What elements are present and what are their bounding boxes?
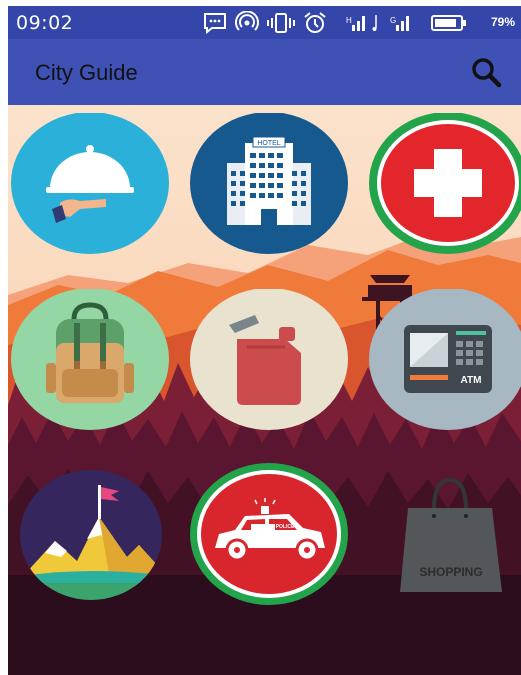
- atm-label: ATM: [461, 375, 482, 386]
- police-tile[interactable]: POLICE: [189, 462, 353, 612]
- fuel-can-icon: [190, 289, 348, 430]
- cloche-icon: [11, 113, 169, 254]
- signal-icon: H: [346, 16, 365, 31]
- tourism-tile[interactable]: [15, 465, 179, 615]
- svg-text:H: H: [346, 16, 352, 25]
- message-icon: [204, 13, 226, 35]
- hotel-icon: HOTEL: [190, 113, 348, 254]
- svg-text:G: G: [390, 16, 396, 25]
- shopping-tile[interactable]: SHOPPING: [370, 470, 521, 620]
- phone-screen: 09:02 H G 79% City Guide HOTEL ATM POLIC…: [8, 6, 521, 675]
- hotspot-icon: [235, 11, 259, 31]
- atm-tile[interactable]: ATM: [368, 289, 521, 439]
- app-title: City Guide: [35, 60, 138, 85]
- backpack-icon: [11, 289, 169, 430]
- signal-icon: G: [390, 16, 409, 31]
- battery-icon: [431, 15, 466, 31]
- content-area: HOTEL ATM POLICE SHOPPING: [8, 105, 521, 675]
- hotel-tile[interactable]: HOTEL: [189, 113, 353, 263]
- police-car-icon: POLICE: [190, 463, 348, 605]
- vibrate-icon: [267, 13, 295, 33]
- hotel-sign: HOTEL: [257, 140, 280, 147]
- battery-percent: 79%: [490, 15, 515, 29]
- shopping-bag-icon: SHOPPING: [400, 477, 502, 592]
- travel-tile[interactable]: [10, 289, 174, 439]
- status-time: 09:02: [16, 12, 74, 34]
- search-icon: [472, 58, 502, 88]
- restaurant-tile[interactable]: [10, 113, 174, 263]
- shopping-label: SHOPPING: [419, 565, 482, 579]
- hospital-tile[interactable]: [368, 113, 521, 263]
- atm-icon: ATM: [369, 289, 521, 430]
- status-bar: 09:02 H G 79%: [8, 6, 521, 39]
- search-button[interactable]: [469, 55, 503, 89]
- mountain-flag-icon: [20, 470, 162, 600]
- music-note-icon: [372, 15, 377, 31]
- app-bar: City Guide: [8, 39, 521, 105]
- fuel-tile[interactable]: [189, 289, 353, 439]
- alarm-icon: [304, 12, 326, 33]
- medical-cross-icon: [369, 113, 521, 254]
- police-label: POLICE: [276, 524, 295, 530]
